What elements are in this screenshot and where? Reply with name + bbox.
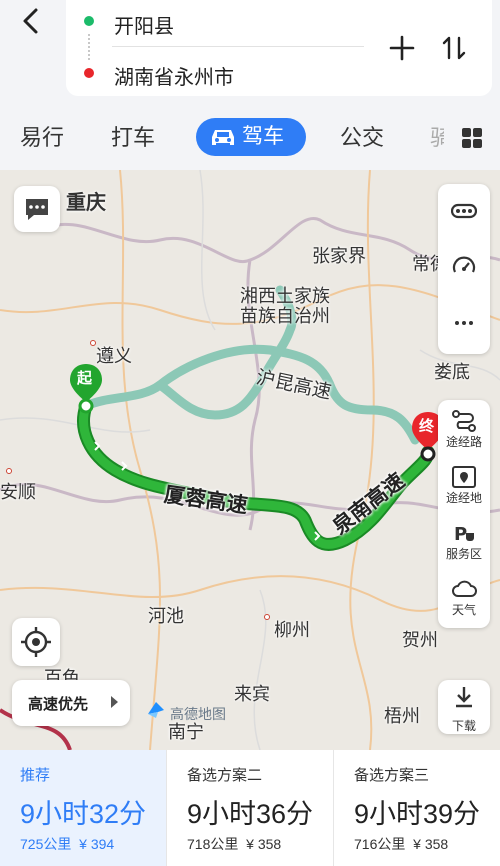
speed-limit-button[interactable]: [438, 240, 490, 296]
car-icon: [212, 130, 234, 145]
tab-drive[interactable]: 驾车: [196, 118, 306, 156]
chevron-right-icon: [111, 696, 118, 708]
app-root: 开阳县 湖南省永州市 易行 打车 驾车 公交 骑 起 终 重庆 张家界 常德 湘…: [0, 0, 500, 866]
start-marker-label: 起: [77, 370, 93, 387]
city-marker: [6, 468, 12, 474]
map-tools-top: [438, 184, 490, 354]
city-marker: [264, 614, 270, 620]
route-option-info: 716公里 ¥ 358: [354, 836, 449, 852]
tab-drive-label: 驾车: [242, 125, 284, 148]
tab-bus[interactable]: 公交: [340, 120, 384, 152]
city-anshun: 安顺: [0, 482, 36, 502]
weather-label: 天气: [451, 603, 476, 617]
more-tools-button[interactable]: [438, 296, 490, 352]
city-xiangxi-2: 苗族自治州: [240, 306, 330, 326]
city-hechi: 河池: [148, 606, 184, 626]
route-option-info: 725公里 ¥ 394: [20, 836, 115, 852]
cloud-icon: [452, 580, 477, 597]
swap-icon: [442, 36, 466, 60]
route-connector: [88, 34, 90, 60]
city-wuzhou: 梧州: [384, 706, 420, 726]
route-option-time: 9小时39分: [354, 799, 481, 829]
end-dot-icon: [84, 68, 94, 78]
speedometer-icon: [452, 256, 476, 273]
route-option-time: 9小时36分: [187, 799, 314, 829]
city-zhangjiajie: 张家界: [312, 246, 366, 266]
route-option-recommended[interactable]: 推荐 9小时32分 725公里 ¥ 394: [0, 750, 166, 866]
locate-button[interactable]: [12, 618, 60, 666]
back-arrow-icon: [23, 8, 38, 34]
waypoint-place-label: 途经地: [445, 491, 482, 505]
city-hezhou: 贺州: [402, 630, 438, 650]
city-liuzhou: 柳州: [274, 620, 310, 640]
route-option-title: 推荐: [20, 767, 51, 784]
waypoint-place-icon: [452, 466, 476, 488]
download-label: 下载: [451, 719, 476, 733]
service-area-label: 服务区: [445, 547, 482, 561]
amap-logo-text: 高德地图: [170, 706, 226, 722]
route-option-2[interactable]: 备选方案二 9小时36分 718公里 ¥ 358: [167, 750, 333, 866]
traffic-toggle-button[interactable]: [438, 184, 490, 240]
map-tools-route: 途经路 途经地 P 服务区 天气: [438, 400, 490, 628]
highway-priority-button[interactable]: 高速优先: [12, 680, 130, 726]
route-header: 开阳县 湖南省永州市: [0, 0, 500, 108]
svg-text:P: P: [454, 524, 467, 545]
route-options: 推荐 9小时32分 725公里 ¥ 394 备选方案二 9小时36分 718公里…: [0, 750, 500, 866]
traffic-icon: [451, 203, 477, 219]
route-option-title: 备选方案二: [187, 767, 263, 784]
route-option-info: 718公里 ¥ 358: [187, 836, 282, 852]
add-waypoint-button[interactable]: [384, 30, 420, 66]
route-option-time: 9小时32分: [20, 799, 147, 829]
tab-more-partial[interactable]: 骑: [430, 120, 444, 152]
transport-tabs: 易行 打车 驾车 公交 骑: [0, 114, 500, 162]
waypoint-place-button[interactable]: 途经地: [438, 456, 490, 512]
route-option-title: 备选方案三: [354, 767, 430, 784]
start-location-field[interactable]: 开阳县: [114, 10, 174, 39]
swap-route-button[interactable]: [436, 30, 472, 66]
city-loudi: 娄底: [434, 362, 470, 382]
city-chongqing: 重庆: [66, 192, 106, 214]
more-modes-button[interactable]: [460, 126, 484, 150]
city-laibin: 来宾: [234, 684, 270, 704]
feedback-button[interactable]: [14, 186, 60, 232]
grid-icon: [462, 128, 482, 148]
service-area-icon: P: [454, 524, 474, 545]
weather-button[interactable]: 天气: [438, 568, 490, 624]
more-dots-icon: [455, 321, 473, 325]
start-dot-icon: [84, 16, 94, 26]
plus-icon: [389, 35, 415, 61]
tab-yixing[interactable]: 易行: [20, 120, 64, 152]
amap-logo-icon: [148, 702, 164, 718]
waypoint-road-button[interactable]: 途经路: [438, 400, 490, 456]
end-location-field[interactable]: 湖南省永州市: [114, 61, 234, 90]
download-item: 下载: [438, 680, 490, 736]
locate-icon: [21, 627, 51, 657]
download-icon: [456, 687, 472, 708]
tab-taxi[interactable]: 打车: [111, 120, 155, 152]
download-button[interactable]: 下载: [438, 680, 490, 734]
chat-bubble-icon: [26, 199, 48, 220]
back-button[interactable]: [14, 4, 50, 40]
route-map[interactable]: 起 终 重庆 张家界 常德 湘西土家族 苗族自治州 遵义 娄底 安顺 河池 柳州…: [0, 170, 500, 750]
city-zunyi: 遵义: [96, 346, 132, 366]
end-marker-label: 终: [419, 418, 435, 435]
route-option-3[interactable]: 备选方案三 9小时39分 716公里 ¥ 358: [334, 750, 500, 866]
service-area-button[interactable]: P 服务区: [438, 512, 490, 568]
waypoint-road-label: 途经路: [445, 435, 482, 449]
highway-priority-label: 高速优先: [28, 696, 89, 713]
divider: [112, 46, 364, 47]
route-input-box: 开阳县 湖南省永州市: [66, 0, 492, 96]
waypoint-road-icon: [452, 410, 476, 432]
